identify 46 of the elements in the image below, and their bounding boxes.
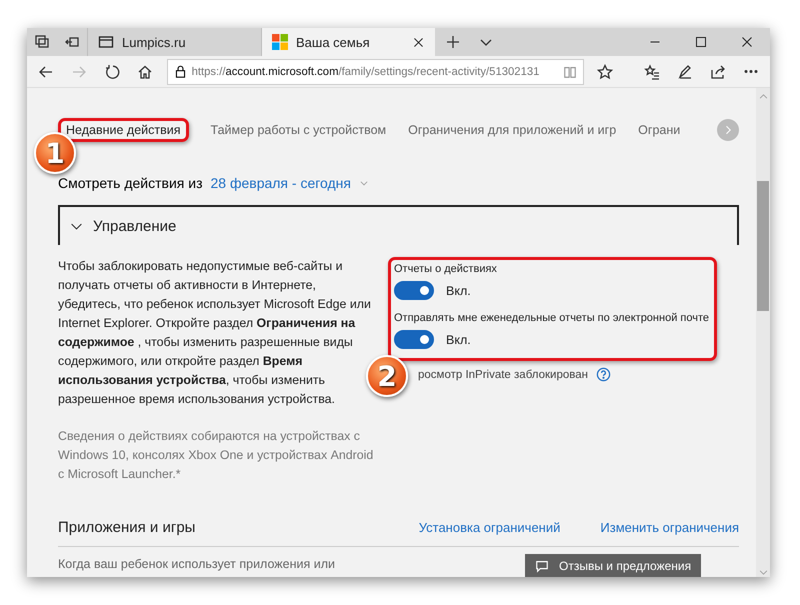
speech-bubble-icon [535,558,549,572]
minimize-icon [649,41,661,43]
setting-label: Отправлять мне еженедельные отчеты по электронной почте [394,312,709,324]
chevron-down-icon [758,568,768,577]
toggle-state: Вкл. [446,284,471,298]
note-paragraph: Сведения о действиях собираются на устройствах с Windows 10, консолях Xbox One и устройствах Android с Microsoft Launcher.* [58,428,374,483]
plus-icon [445,34,461,50]
section-link[interactable]: Изменить ограничения [600,520,739,535]
step-badge: 2 [366,355,408,397]
maximize-icon [695,36,707,48]
toggle-state: Вкл. [446,332,471,346]
star-icon [597,64,614,80]
browser-tab[interactable]: Ваша семья [261,28,435,56]
chevron-up-icon [758,92,768,101]
feedback-button[interactable]: Отзывы и предложения [525,554,702,577]
arrow-right-icon [71,64,88,80]
toggle-switch[interactable] [394,330,434,349]
arrow-left-icon [38,64,54,80]
section-header[interactable]: Управление [58,205,739,245]
refresh-icon [104,64,120,80]
nav-tab[interactable]: Таймер работы с устройством [210,123,386,137]
close-icon [741,36,753,48]
nav-tab[interactable]: Ограни [638,123,680,137]
more-icon [744,70,758,73]
lock-icon [174,65,187,78]
section-link[interactable]: Установка ограничений [418,520,560,535]
filter-label: Смотреть действия из [58,175,202,191]
share-icon [710,64,726,80]
nav-tab[interactable]: Ограничения для приложений и игр [408,123,616,137]
page-icon [98,34,114,50]
setting-label: Отчеты о действиях [394,263,498,275]
toggle-switch[interactable] [394,281,434,300]
scrollbar[interactable] [756,88,770,577]
section-title: Приложения и игры [58,519,196,536]
pen-icon [676,64,693,80]
date-range-dropdown[interactable]: 28 февраля - сегодня [210,175,351,191]
scroll-thumb[interactable] [757,181,769,311]
help-icon [596,367,611,382]
address-bar[interactable]: https://account.microsoft.com/family/settings/recent-activity/51302131 [166,58,584,84]
four-squares-icon [272,34,288,50]
tabs-stack-icon [34,34,50,50]
close-icon [412,36,425,48]
setting-text: росмотр InPrivate заблокирован [418,368,588,380]
home-icon [137,64,154,80]
star-list-icon [644,64,660,80]
section-text: Когда ваш ребенок использует приложения или [58,557,336,571]
